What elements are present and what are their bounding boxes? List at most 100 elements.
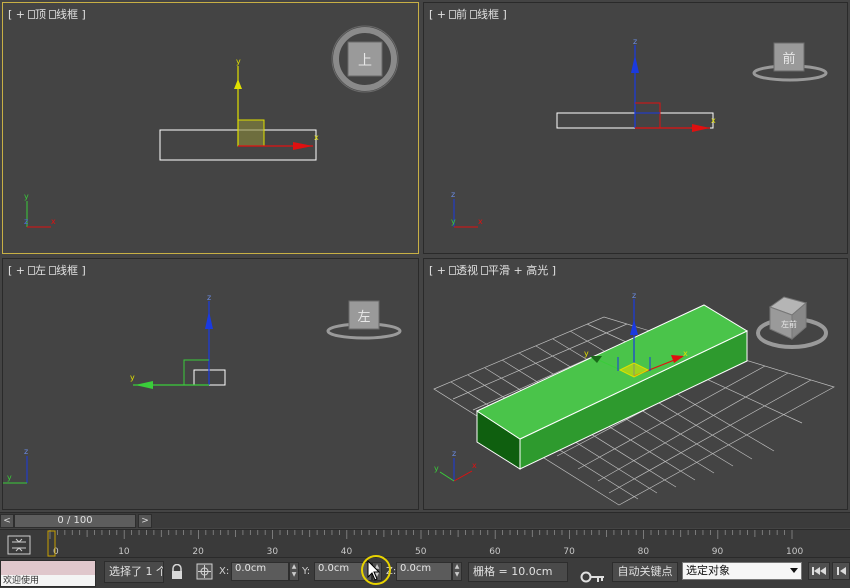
- maxscript-listener[interactable]: 欢迎使用: [0, 560, 96, 587]
- tripod-x-label: x: [472, 461, 477, 470]
- viewport-front-label[interactable]: [ + 前线框 ]: [429, 6, 507, 22]
- viewport-perspective[interactable]: z x y 左前 z x y [ + 透视 平滑 + 高光 ]: [423, 258, 848, 510]
- label-bracket-open: [: [429, 8, 434, 21]
- time-slider-prev-button[interactable]: <: [0, 514, 14, 528]
- z-coord-field[interactable]: 0.0cm: [396, 562, 452, 581]
- gizmo-y-label: y: [584, 349, 589, 358]
- lock-icon[interactable]: [170, 564, 184, 580]
- viewport-top[interactable]: 上 y x y x z [ + 顶线框 ]: [2, 2, 419, 254]
- viewport-perspective-label[interactable]: [ + 透视 平滑 + 高光 ]: [429, 262, 556, 278]
- viewport-left-label[interactable]: [ + 左线框 ]: [8, 262, 86, 278]
- label-shading-mode[interactable]: 平滑: [488, 264, 510, 277]
- key-filter-select[interactable]: 选定对象: [682, 562, 802, 580]
- tripod-z-label: z: [24, 447, 28, 456]
- label-bracket-close: ]: [81, 8, 86, 21]
- tripod-z-label: z: [451, 190, 455, 199]
- label-bracket-close: ]: [502, 8, 507, 21]
- set-key-icon[interactable]: [580, 570, 606, 584]
- chevron-down-icon: [790, 568, 798, 573]
- track-tick-label: 10: [118, 547, 130, 557]
- grid-size-display: 栅格 = 10.0cm: [468, 562, 568, 582]
- viewcube-top[interactable]: 上: [331, 25, 399, 93]
- label-plus[interactable]: +: [514, 264, 523, 277]
- viewport-left[interactable]: 左 z y z y [ + 左线框 ]: [2, 258, 419, 510]
- time-slider-thumb[interactable]: 0 / 100: [14, 514, 136, 528]
- x-coord-label: X:: [219, 566, 230, 577]
- track-tick-label: 70: [563, 547, 575, 557]
- track-tick-label: 30: [267, 547, 279, 557]
- label-lighting-mode[interactable]: 高光: [526, 264, 548, 277]
- time-slider-next-button[interactable]: >: [138, 514, 152, 528]
- label-separator-icon: [49, 10, 57, 19]
- axis-tripod-left: z y: [3, 447, 28, 484]
- transform-gizmo-left[interactable]: z y: [130, 293, 213, 389]
- auto-key-button[interactable]: 自动关键点: [612, 562, 678, 582]
- tripod-z-label: z: [24, 217, 28, 226]
- x-coord-spinner[interactable]: ▲ ▼: [289, 562, 299, 581]
- label-view-name[interactable]: 顶: [35, 8, 46, 21]
- label-bracket-open: [: [8, 264, 13, 277]
- viewcube-front[interactable]: 前: [752, 42, 828, 82]
- viewcube-left-label: 左: [357, 310, 370, 325]
- curve-editor-icon[interactable]: [6, 534, 34, 556]
- tripod-x-label: x: [51, 217, 56, 226]
- z-coord-spinner[interactable]: ▲ ▼: [452, 562, 462, 581]
- gizmo-x-label: x: [314, 133, 319, 142]
- label-separator-icon: [49, 266, 57, 275]
- go-to-start-button[interactable]: [808, 562, 830, 580]
- gizmo-z-label: z: [632, 291, 636, 300]
- status-bar: 欢迎使用 选择了 1 个 X: 0.0cm ▲ ▼ Y: 0.0cm ▲ ▼ Z: …: [0, 557, 850, 588]
- tripod-y-label: y: [451, 217, 456, 226]
- viewcube-perspective[interactable]: 左前: [756, 296, 828, 349]
- label-shading-mode[interactable]: 线框: [56, 8, 78, 21]
- track-tick-label: 50: [415, 547, 427, 557]
- transform-gizmo-front[interactable]: z x: [631, 37, 716, 132]
- track-tick-label: 40: [341, 547, 353, 557]
- label-view-name[interactable]: 前: [456, 8, 467, 21]
- viewport-front[interactable]: 前 z x z x y [ + 前线框 ]: [423, 2, 848, 254]
- label-view-name[interactable]: 透视: [456, 264, 478, 277]
- track-ruler[interactable]: 0 10 20 30 40 50 60 70 80 90 100: [46, 530, 806, 558]
- label-separator-icon: [449, 266, 457, 275]
- axis-tripod-front: z x y: [451, 190, 483, 228]
- viewport-top-label[interactable]: [ + 顶线框 ]: [8, 6, 86, 22]
- label-bracket-close: ]: [81, 264, 86, 277]
- label-plus[interactable]: +: [437, 264, 446, 277]
- label-separator-icon: [28, 10, 36, 19]
- label-separator-icon: [481, 266, 489, 275]
- label-plus[interactable]: +: [16, 8, 25, 21]
- track-tick-label: 100: [786, 547, 803, 557]
- viewport-front-scene: 前 z x z x y: [451, 37, 828, 228]
- viewport-perspective-scene: z x y 左前 z x y: [433, 291, 835, 506]
- axis-tripod-perspective: z x y: [434, 449, 477, 482]
- label-shading-mode[interactable]: 线框: [56, 264, 78, 277]
- mouse-cursor-icon: [367, 560, 381, 581]
- maxscript-prompt[interactable]: 欢迎使用: [1, 575, 95, 586]
- label-plus[interactable]: +: [16, 264, 25, 277]
- transform-gizmo-top[interactable]: y x: [234, 57, 319, 150]
- x-coord-field[interactable]: 0.0cm: [231, 562, 289, 581]
- gizmo-x-label: x: [711, 116, 716, 125]
- track-tick-label: 20: [192, 547, 204, 557]
- box-object-perspective[interactable]: [475, 304, 749, 470]
- label-bracket-open: [: [429, 264, 434, 277]
- previous-frame-button[interactable]: [832, 562, 850, 580]
- label-separator-icon: [28, 266, 36, 275]
- viewcube-perspective-label: 左前: [781, 319, 797, 329]
- axis-tripod-top: y x z: [24, 192, 56, 228]
- y-coord-label: Y:: [302, 566, 311, 577]
- label-view-name[interactable]: 左: [35, 264, 46, 277]
- tripod-y-label: y: [434, 464, 439, 473]
- absolute-mode-icon[interactable]: [196, 563, 213, 580]
- label-shading-mode[interactable]: 线框: [477, 8, 499, 21]
- viewcube-left[interactable]: 左: [326, 300, 402, 340]
- label-plus[interactable]: +: [437, 8, 446, 21]
- selection-status: 选择了 1 个: [104, 561, 164, 583]
- previous-frame-icon: [837, 567, 846, 575]
- gizmo-x-label: x: [683, 349, 688, 358]
- track-bar[interactable]: 0 10 20 30 40 50 60 70 80 90 100: [0, 529, 850, 558]
- track-tick-label: 80: [638, 547, 650, 557]
- time-slider[interactable]: < 0 / 100 >: [0, 512, 850, 528]
- label-separator-icon: [449, 10, 457, 19]
- tripod-y-label: y: [7, 473, 12, 482]
